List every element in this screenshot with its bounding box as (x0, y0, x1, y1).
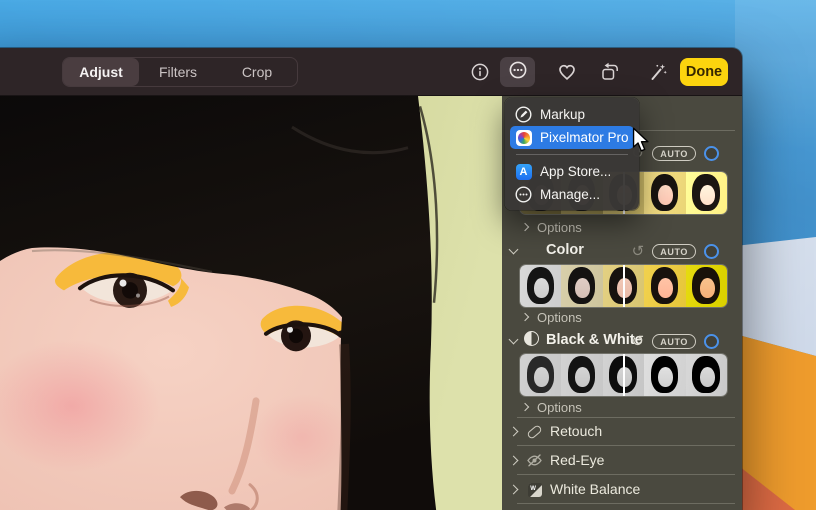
chevron-down-icon[interactable] (509, 245, 519, 255)
section-color-header[interactable]: Color ↺ AUTO (502, 238, 742, 264)
menu-item-manage[interactable]: Manage... (510, 183, 634, 206)
chevron-right-icon (509, 427, 519, 437)
screen: Adjust Filters Crop (0, 0, 816, 510)
enable-circle-toggle[interactable] (704, 146, 719, 161)
thumbnail[interactable] (686, 354, 727, 396)
section-title: Color (546, 242, 584, 258)
extensions-button[interactable] (500, 57, 535, 87)
rotate-button[interactable] (595, 57, 625, 87)
thumbnail[interactable] (603, 265, 644, 307)
edit-toolbar: Adjust Filters Crop (0, 48, 742, 96)
options-label: Options (537, 220, 582, 235)
section-black-white-header[interactable]: Black & White ↺ AUTO (502, 328, 742, 354)
thumbnail[interactable] (644, 354, 685, 396)
eye-slash-icon (526, 452, 543, 469)
thumbnail[interactable] (561, 354, 602, 396)
menu-separator (516, 154, 628, 155)
menu-item-label: Manage... (540, 187, 600, 202)
favorite-heart-icon (557, 62, 577, 82)
color-options-row[interactable]: Options (502, 309, 742, 327)
panel-divider (517, 417, 735, 418)
info-icon (470, 62, 490, 82)
panel-divider (517, 445, 735, 446)
rotate-icon (600, 62, 620, 82)
reset-icon[interactable]: ↺ (632, 244, 645, 259)
chevron-right-icon (521, 403, 529, 411)
chevron-right-icon (521, 313, 529, 321)
chevron-right-icon (509, 485, 519, 495)
section-red-eye-row[interactable]: Red-Eye (502, 451, 742, 471)
menu-item-markup[interactable]: Markup (510, 103, 634, 126)
section-title: Retouch (550, 423, 602, 439)
pixelmator-pro-icon (515, 129, 532, 146)
chevron-right-icon (521, 223, 529, 231)
tab-crop[interactable]: Crop (217, 58, 297, 86)
enable-circle-toggle[interactable] (704, 244, 719, 259)
photo-canvas[interactable] (0, 96, 502, 510)
chevron-right-icon (509, 456, 519, 466)
thumbnail[interactable] (644, 172, 685, 214)
menu-item-label: Markup (540, 107, 585, 122)
thumbnail[interactable] (561, 265, 602, 307)
thumbnail[interactable] (603, 354, 644, 396)
menu-item-app-store[interactable]: A App Store... (510, 160, 634, 183)
black-white-thumbnail-strip[interactable] (520, 354, 727, 396)
section-title: Red-Eye (550, 452, 604, 468)
section-title: White Balance (550, 481, 640, 497)
reset-icon[interactable]: ↺ (632, 334, 645, 349)
portrait-photo (0, 96, 502, 510)
auto-badge[interactable]: AUTO (652, 146, 696, 161)
info-button[interactable] (465, 57, 495, 87)
black-white-circle-icon (524, 331, 539, 346)
menu-item-label: App Store... (540, 164, 611, 179)
section-white-balance-row[interactable]: W White Balance (502, 480, 742, 500)
panel-divider (517, 474, 735, 475)
mode-segmented-control: Adjust Filters Crop (62, 57, 298, 87)
wallpaper-right-strip (735, 0, 816, 510)
options-label: Options (537, 400, 582, 415)
auto-badge[interactable]: AUTO (652, 244, 696, 259)
menu-item-label: Pixelmator Pro (540, 130, 629, 145)
black-white-options-row[interactable]: Options (502, 399, 742, 417)
auto-enhance-button[interactable] (643, 57, 673, 87)
mouse-cursor (632, 127, 650, 158)
done-button[interactable]: Done (680, 58, 728, 86)
thumbnail[interactable] (644, 265, 685, 307)
markup-pen-icon (515, 106, 532, 123)
extensions-ellipsis-icon (508, 60, 528, 85)
svg-text:W: W (530, 486, 536, 492)
white-balance-icon: W (526, 481, 543, 498)
bandage-icon (526, 423, 543, 440)
thumbnail[interactable] (686, 265, 727, 307)
thumbnail[interactable] (520, 354, 561, 396)
tab-filters[interactable]: Filters (139, 58, 217, 86)
thumbnail[interactable] (520, 265, 561, 307)
options-label: Options (537, 310, 582, 325)
panel-divider (517, 503, 735, 504)
menu-item-pixelmator-pro[interactable]: Pixelmator Pro (510, 126, 634, 149)
tab-adjust[interactable]: Adjust (63, 58, 139, 86)
color-thumbnail-strip[interactable] (520, 265, 727, 307)
section-retouch-row[interactable]: Retouch (502, 422, 742, 442)
thumbnail[interactable] (686, 172, 727, 214)
chevron-down-icon[interactable] (509, 335, 519, 345)
auto-badge[interactable]: AUTO (652, 334, 696, 349)
light-options-row[interactable]: Options (502, 219, 742, 237)
auto-enhance-wand-icon (648, 62, 668, 82)
extensions-menu: Markup Pixelmator Pro A App Store... Man… (505, 98, 639, 210)
enable-circle-toggle[interactable] (704, 334, 719, 349)
favorite-button[interactable] (552, 57, 582, 87)
app-store-icon: A (515, 163, 532, 180)
manage-ellipsis-icon (515, 186, 532, 203)
section-title: Black & White (546, 332, 643, 348)
